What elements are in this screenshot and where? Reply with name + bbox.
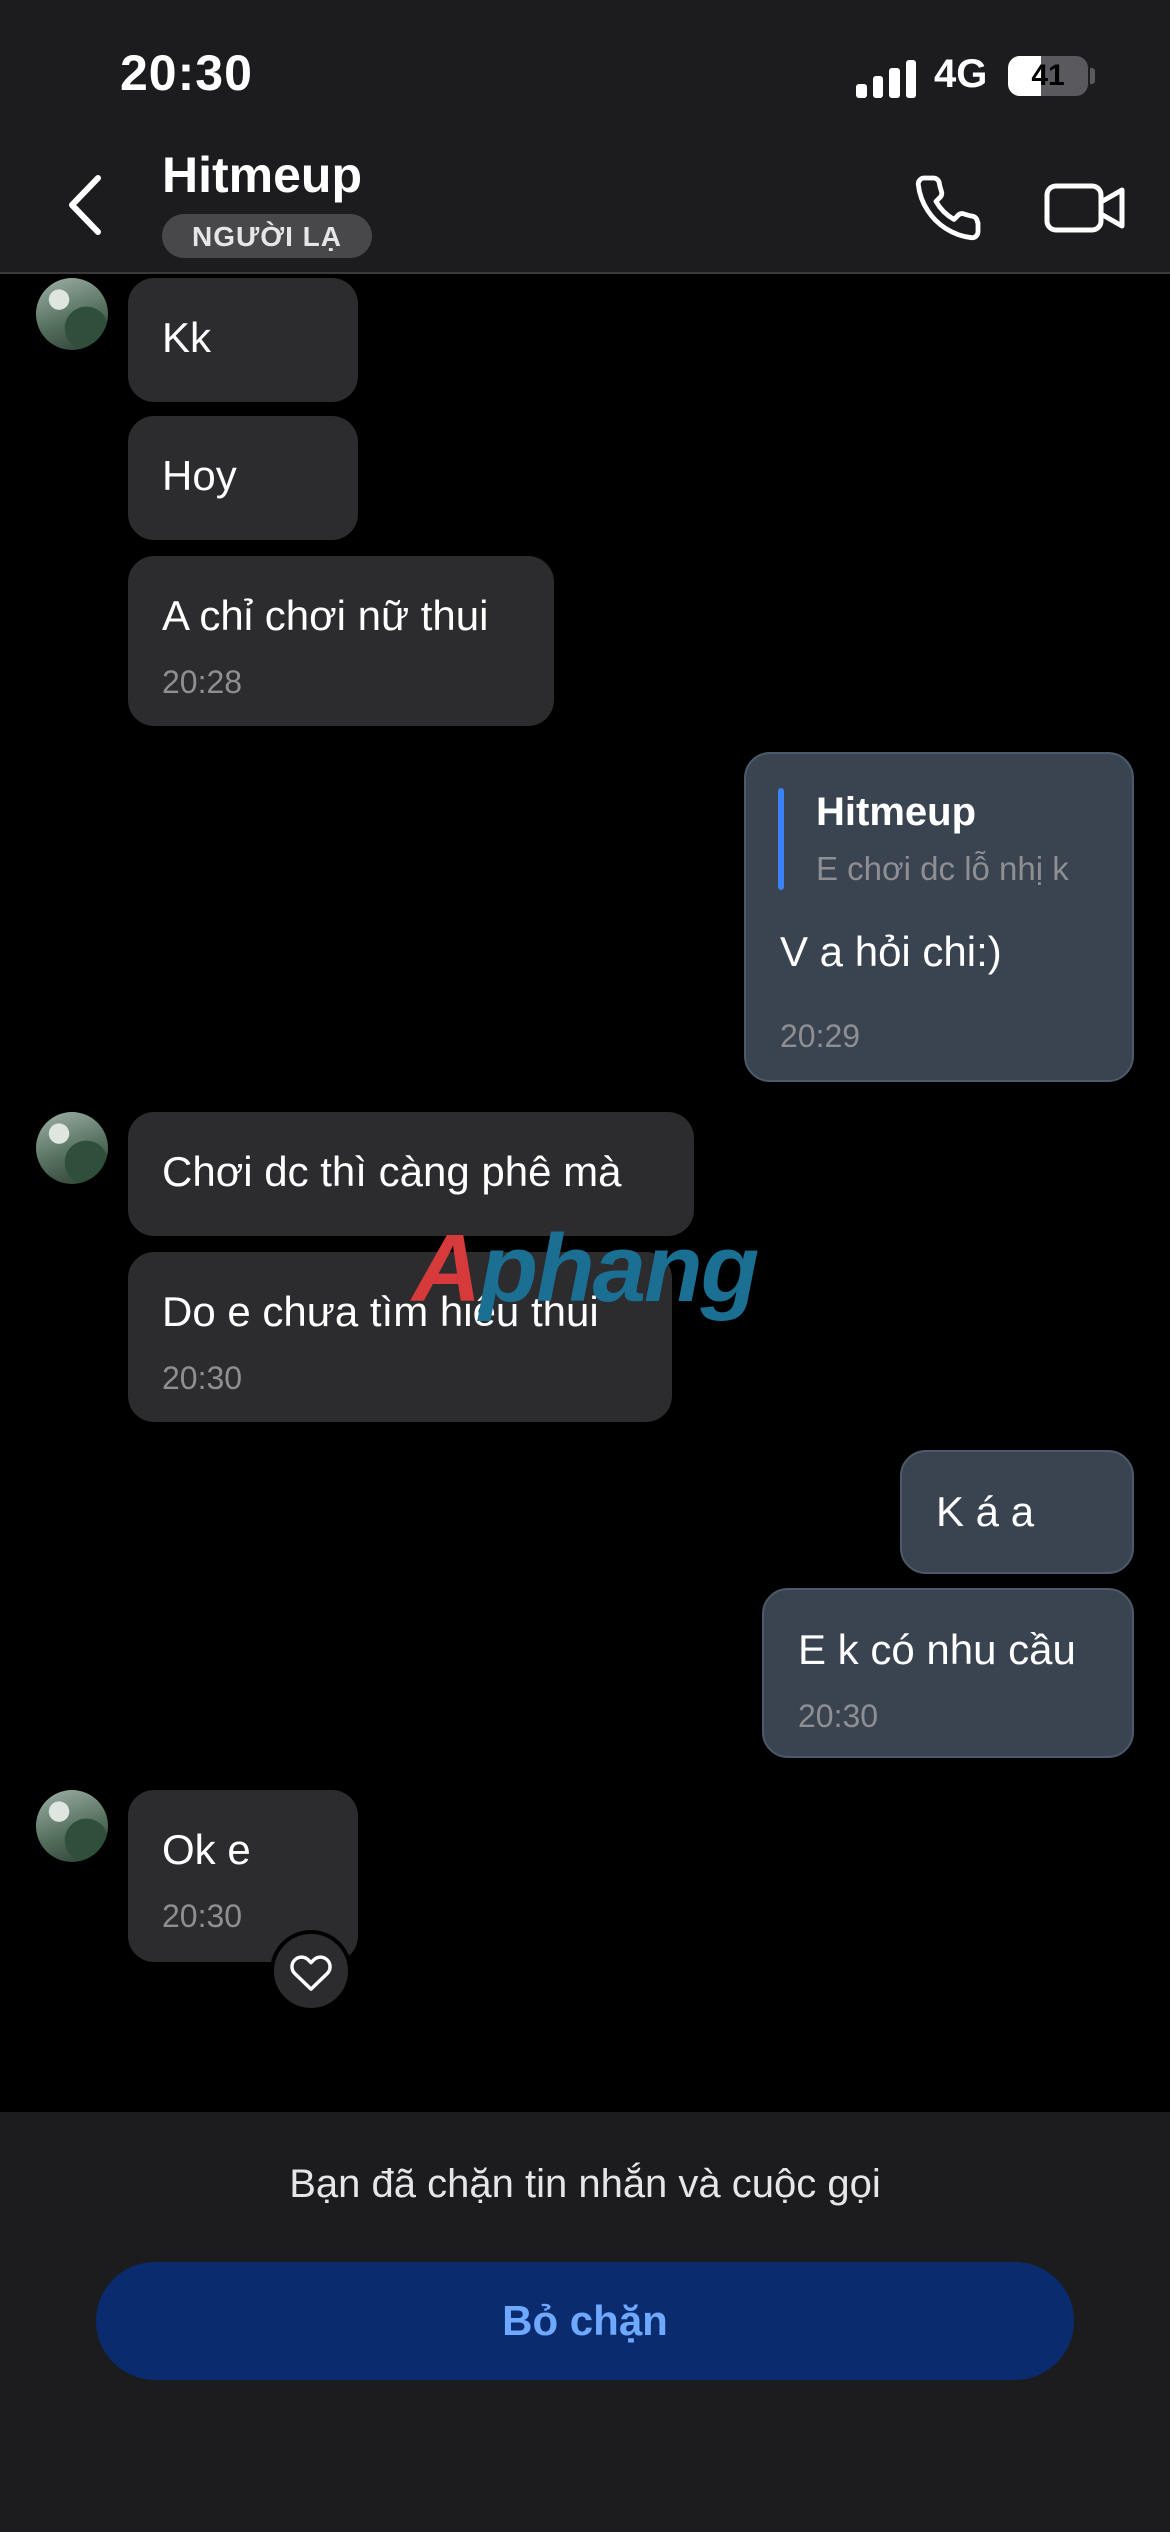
avatar[interactable] <box>36 1112 108 1184</box>
unblock-button[interactable]: Bỏ chặn <box>96 2262 1074 2380</box>
message-text: Ok e <box>162 1826 251 1873</box>
avatar[interactable] <box>36 278 108 350</box>
chevron-left-icon[interactable] <box>60 170 110 240</box>
phone-icon[interactable] <box>912 172 984 244</box>
reply-quote-bar <box>778 788 784 890</box>
chat-header: 20:30 4G 41 Hitmeup NGƯỜI LẠ <box>0 0 1170 274</box>
avatar[interactable] <box>36 1790 108 1862</box>
message-text: Hoy <box>162 452 237 499</box>
message-time: 20:30 <box>162 1898 243 1934</box>
message-bubble-outgoing[interactable]: Hitmeup E chơi dc lỗ nhị k V a hỏi chi:)… <box>744 752 1134 1082</box>
message-time: 20:30 <box>798 1698 879 1734</box>
message-bubble-outgoing[interactable]: E k có nhu cầu 20:30 <box>762 1588 1134 1758</box>
status-time: 20:30 <box>120 45 253 101</box>
message-time: 20:30 <box>162 1360 243 1396</box>
message-bubble-incoming[interactable]: A chỉ chơi nữ thui 20:28 <box>128 556 554 726</box>
message-time: 20:28 <box>162 664 243 700</box>
blocked-footer: Bạn đã chặn tin nhắn và cuộc gọi Bỏ chặn <box>0 2112 1170 2532</box>
contact-name[interactable]: Hitmeup <box>162 146 362 204</box>
stranger-badge: NGƯỜI LẠ <box>162 214 372 258</box>
battery-percent: 41 <box>1031 59 1065 92</box>
battery-icon: 41 <box>1008 56 1088 96</box>
reply-sender: Hitmeup <box>816 790 976 834</box>
message-text: A chỉ chơi nữ thui <box>162 592 489 639</box>
message-time: 20:29 <box>780 1018 861 1054</box>
cellular-signal-icon <box>856 58 916 98</box>
blocked-notice: Bạn đã chặn tin nhắn và cuộc gọi <box>289 2162 881 2206</box>
video-camera-icon[interactable] <box>1044 176 1126 240</box>
message-text: E k có nhu cầu <box>798 1626 1076 1673</box>
watermark-logo: Aphang <box>412 1215 759 1322</box>
message-text: V a hỏi chi:) <box>780 928 1002 975</box>
battery-tip <box>1090 68 1095 84</box>
message-text: Kk <box>162 314 212 361</box>
reply-preview: E chơi dc lỗ nhị k <box>816 850 1069 887</box>
heart-icon[interactable] <box>270 1930 352 2012</box>
message-bubble-incoming[interactable]: Hoy <box>128 416 358 540</box>
network-type: 4G <box>934 52 988 96</box>
message-text: Chơi dc thì càng phê mà <box>162 1148 622 1195</box>
message-bubble-outgoing[interactable]: K á a <box>900 1450 1134 1574</box>
message-text: K á a <box>936 1488 1035 1535</box>
message-bubble-incoming[interactable]: Kk <box>128 278 358 402</box>
